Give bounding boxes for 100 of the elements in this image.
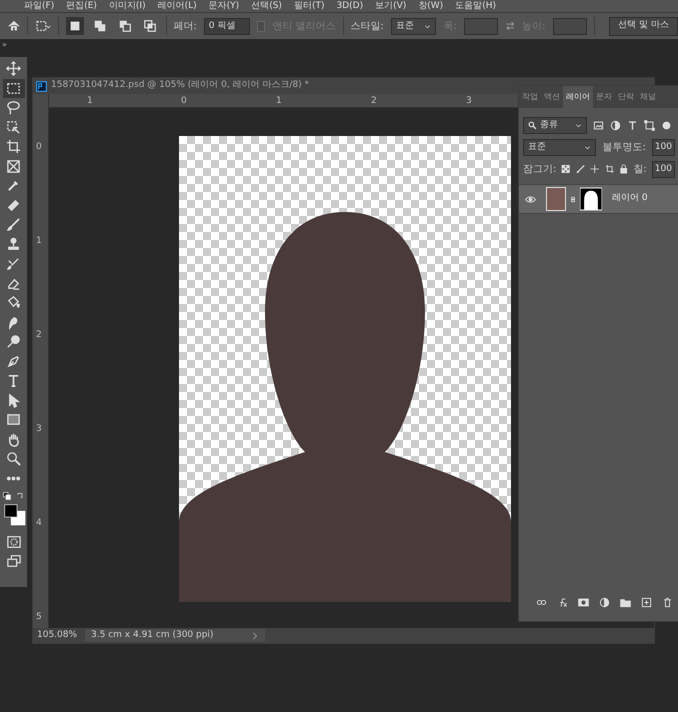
document-info: 3.5 cm x 4.91 cm (300 ppi) [91,628,214,642]
pen-icon [6,354,21,369]
lock-position-icon[interactable] [590,164,600,174]
hand-icon [6,432,21,447]
menu-item[interactable]: 선택(S) [251,0,282,12]
dodge-icon [6,334,21,350]
selection-mode-icon [118,19,132,33]
smart-object-filter-icon[interactable] [661,120,672,130]
marquee-icon [6,80,21,96]
chevron-right-icon [251,632,260,640]
stamp-icon [6,236,21,252]
pixel-filter-icon[interactable] [593,120,604,130]
panel-tab[interactable]: 채널 [637,86,659,108]
layer-filter-select[interactable]: 종류 [523,116,587,134]
ruler-number: 1 [87,96,93,106]
search-icon [528,120,537,130]
bucket-icon [6,295,21,310]
ruler-number: 2 [371,96,377,106]
add-mask-icon[interactable] [578,596,589,608]
document-info-field[interactable]: 3.5 cm x 4.91 cm (300 ppi) [85,628,266,642]
layer-thumbnail [546,187,566,211]
style-select[interactable]: 표준 [390,18,436,34]
ruler-number: 3 [36,424,42,434]
default-colors-icon[interactable] [2,492,10,500]
caret-icon [575,122,582,128]
width-field[interactable] [464,18,498,34]
panel-tab[interactable]: 문자 [593,86,615,108]
crop-icon [6,139,21,154]
shape-filter-icon[interactable] [644,120,655,130]
menu-item[interactable]: 보기(V) [375,0,406,12]
rectangle-icon [6,412,21,428]
select-and-mask-button[interactable]: 선택 및 마스 [609,16,678,36]
history-brush-icon [6,256,21,272]
eye-icon[interactable] [525,194,536,204]
color-swatches-icon[interactable] [4,504,26,526]
selection-mode-icon [92,19,107,33]
menu-item[interactable]: 도움말(H) [455,0,496,12]
adjustment-layer-icon[interactable] [599,596,610,608]
selection-mode-button[interactable] [66,17,84,35]
ruler-number: 0 [36,142,42,152]
fill-label: 칠: [633,162,647,176]
type-filter-icon[interactable] [627,120,638,130]
opacity-field[interactable]: 100 [652,138,675,156]
ruler-number: 4 [36,518,42,528]
menu-item[interactable]: 창(W) [418,0,444,12]
panel-tab[interactable]: 단락 [615,86,637,108]
layer-name[interactable]: 레이어 0 [612,192,648,206]
document-file-icon [36,80,47,92]
menu-item[interactable]: 필터(T) [294,0,324,12]
menu-item[interactable]: 레이어(L) [158,0,197,12]
quick-mask-icon [6,534,20,549]
caret-icon [584,144,592,150]
move-icon [6,61,21,76]
panel-tab[interactable]: 액션 [541,86,563,108]
selection-mode-icon [68,19,82,33]
lock-all-icon[interactable] [619,164,628,174]
lock-paint-icon[interactable] [576,164,586,174]
brush-icon [6,217,21,232]
opacity-label: 불투명도: [602,140,646,154]
ruler-number: 3 [466,96,472,106]
height-field[interactable] [552,18,586,34]
marquee-tool-button[interactable] [2,78,24,98]
trash-icon[interactable] [662,596,673,608]
selection-mode-icon [142,19,157,33]
zoom-level: 105.08% [37,628,78,642]
eyedropper-icon [6,178,21,194]
marquee-preset-icon[interactable] [34,19,51,33]
object-select-icon [6,120,21,135]
ruler-number: 0 [181,96,187,106]
caret-icon [424,22,432,30]
zoom-icon [6,451,21,466]
path-select-icon [6,392,21,408]
screen-mode-icon [6,554,20,568]
swap-icon[interactable] [504,19,516,33]
panel-tab[interactable]: 작업 [519,86,541,108]
ruler-number: 2 [36,330,42,340]
menu-item[interactable]: 파일(F) [24,0,54,12]
ruler-number: 5 [36,612,42,622]
layer-row[interactable]: 레이어 0 [519,184,678,214]
lock-label: 잠그기: [523,162,556,176]
collapse-toggle[interactable]: » [0,39,27,57]
swap-colors-icon[interactable] [16,492,24,500]
folder-icon[interactable] [620,596,631,608]
panel-tab[interactable]: 레이어 [563,86,593,108]
menu-item[interactable]: 이미지(I) [108,0,146,12]
new-layer-icon[interactable] [641,596,652,608]
type-icon [6,373,21,388]
feather-field[interactable]: 0 픽셀 [204,18,250,34]
menu-item[interactable]: 문자(Y) [208,0,240,12]
fill-field[interactable]: 100 [652,160,675,178]
healing-icon [6,198,21,213]
lock-artboard-icon[interactable] [604,164,614,174]
menu-item[interactable]: 편집(E) [66,0,97,12]
style-label: 스타일: [350,20,384,34]
feather-label: 페더: [173,20,197,34]
lock-pixels-icon[interactable] [561,164,571,174]
adjustment-filter-icon[interactable] [610,120,621,130]
frame-icon [6,158,21,174]
blend-mode-select[interactable]: 표준 [523,138,596,156]
menu-item[interactable]: 3D(D) [336,0,364,12]
